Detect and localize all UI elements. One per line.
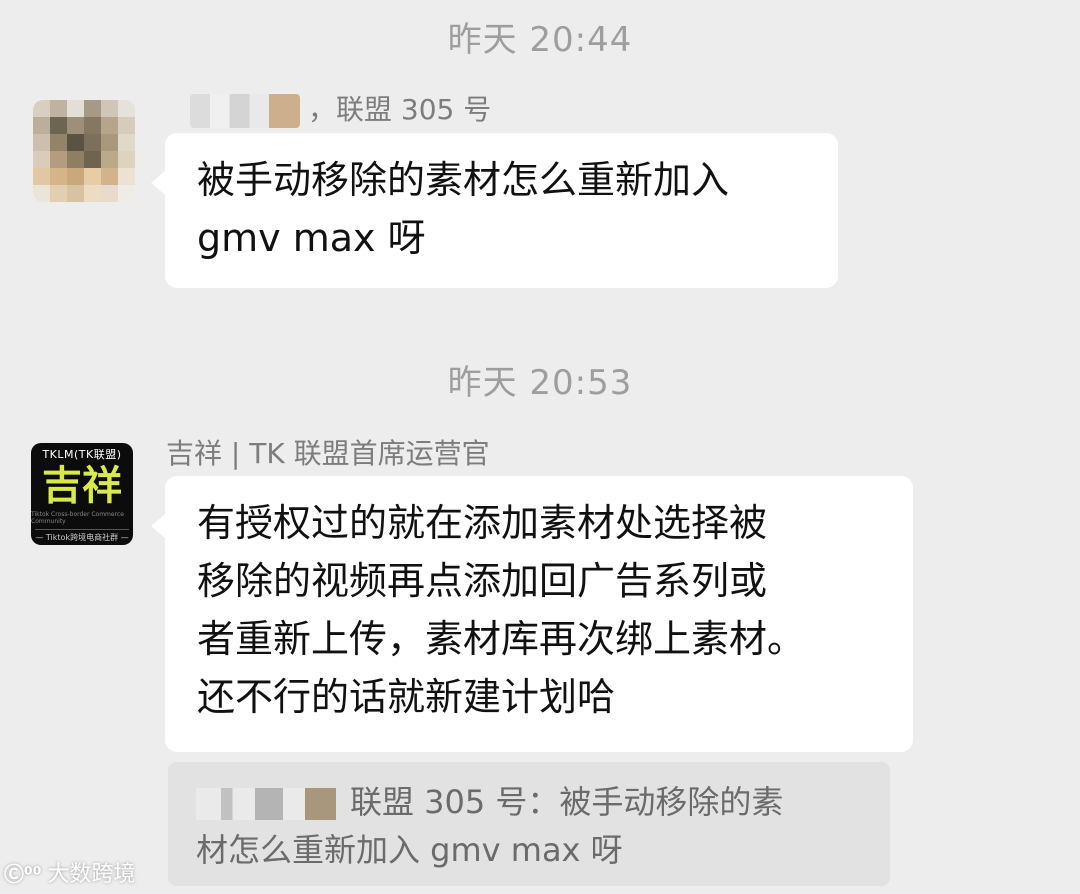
message-line: 被手动移除的素材怎么重新加入 bbox=[197, 158, 730, 202]
logo-main-text: 吉祥 bbox=[42, 462, 122, 509]
message-timestamp: 昨天 20:44 bbox=[447, 20, 633, 60]
message-bubble[interactable]: 有授权过的就在添加素材处选择被 移除的视频再点添加回广告系列或 者重新上传，素材… bbox=[151, 476, 913, 752]
logo-sub-text: Tiktok Cross-border Commerce Community bbox=[31, 510, 124, 525]
message-line: 者重新上传，素材库再次绑上素材。 bbox=[197, 617, 806, 661]
logo-bottom-text: — Tiktok跨境电商社群 — bbox=[35, 528, 129, 543]
quote-line-text: 联盟 305 号：被手动移除的素 bbox=[350, 783, 784, 821]
quote-line: 联盟 305 号：被手动移除的素 bbox=[196, 778, 862, 826]
sender-name: 吉祥 | TK 联盟首席运营官 bbox=[166, 437, 490, 470]
avatar-logo[interactable]: TKLM(TK联盟) 吉祥 Tiktok Cross-border Commer… bbox=[31, 443, 133, 545]
message-bubble[interactable]: 被手动移除的素材怎么重新加入 gmv max 呀 bbox=[151, 133, 838, 288]
watermark-text: 大数跨境 bbox=[47, 862, 136, 887]
sender-name-suffix: ，联盟 305 号 bbox=[308, 93, 492, 126]
message-line: 有授权过的就在添加素材处选择被 bbox=[197, 501, 768, 545]
avatar-mosaic bbox=[33, 100, 135, 202]
sender-name: ，联盟 305 号 bbox=[190, 88, 491, 128]
blurred-name bbox=[196, 788, 336, 820]
quote-line: 材怎么重新加入 gmv max 呀 bbox=[196, 831, 623, 869]
logo-top-text: TKLM(TK联盟) bbox=[42, 447, 122, 461]
quoted-message[interactable]: 联盟 305 号：被手动移除的素 材怎么重新加入 gmv max 呀 bbox=[168, 762, 890, 886]
avatar-blurred[interactable] bbox=[33, 100, 135, 202]
message-timestamp: 昨天 20:53 bbox=[447, 363, 633, 403]
blurred-name bbox=[190, 94, 300, 128]
watermark-logo: Ⓒ⁰⁰ bbox=[4, 861, 42, 886]
message-line: 移除的视频再点添加回广告系列或 bbox=[197, 559, 768, 603]
watermark: Ⓒ⁰⁰ 大数跨境 bbox=[4, 856, 136, 888]
chat-window: 昨天 20:44 ，联盟 305 号 被手动移除的素材怎么重新加入 gmv ma… bbox=[0, 0, 1080, 894]
message-line: gmv max 呀 bbox=[197, 216, 426, 260]
message-line: 还不行的话就新建计划哈 bbox=[197, 675, 616, 719]
